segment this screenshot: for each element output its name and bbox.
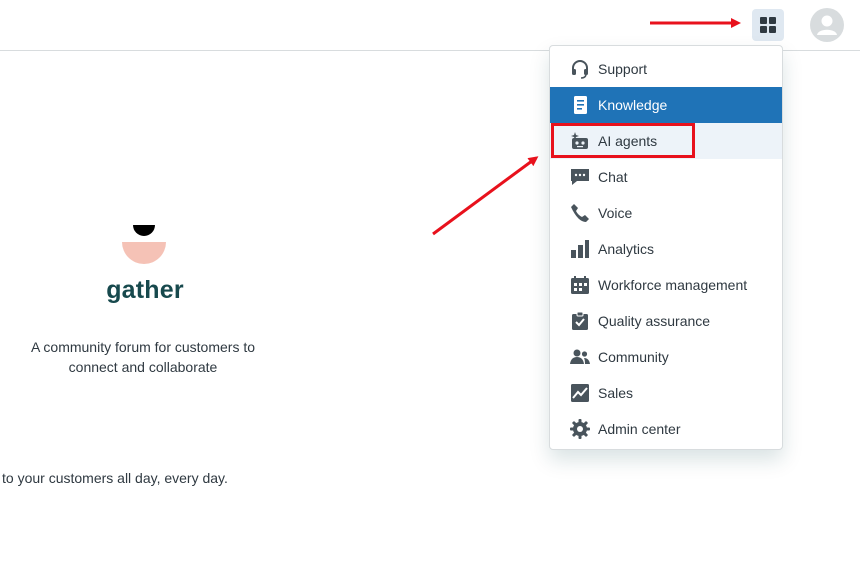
menu-item-label: Workforce management — [598, 277, 748, 293]
menu-item-knowledge[interactable]: Knowledge — [550, 87, 782, 123]
menu-item-workforce-management[interactable]: Workforce management — [550, 267, 782, 303]
menu-item-support[interactable]: Support — [550, 51, 782, 87]
menu-item-label: Voice — [598, 205, 633, 221]
people-icon — [570, 347, 590, 367]
grid-icon — [760, 17, 776, 33]
menu-item-label: Analytics — [598, 241, 655, 257]
book-icon — [570, 95, 590, 115]
calendar-icon — [570, 275, 590, 295]
annotation-arrow-menu — [432, 156, 539, 236]
user-avatar[interactable] — [810, 8, 844, 42]
clipboard-check-icon — [570, 311, 590, 331]
top-bar — [0, 0, 860, 51]
menu-item-voice[interactable]: Voice — [550, 195, 782, 231]
menu-item-label: Chat — [598, 169, 628, 185]
chat-icon — [570, 167, 590, 187]
menu-item-label: Sales — [598, 385, 634, 401]
menu-item-label: Knowledge — [598, 97, 668, 113]
menu-item-label: Admin center — [598, 421, 681, 437]
brand-tagline: A community forum for customers to conne… — [30, 339, 256, 375]
trend-icon — [570, 383, 590, 403]
menu-item-ai-agents[interactable]: AI agents — [550, 123, 782, 159]
menu-item-label: Community — [598, 349, 669, 365]
phone-icon — [570, 203, 590, 223]
product-menu: Support Knowledge AI agents Chat Voice A… — [549, 45, 783, 450]
menu-item-quality-assurance[interactable]: Quality assurance — [550, 303, 782, 339]
gear-icon — [570, 419, 590, 439]
menu-item-label: Quality assurance — [598, 313, 711, 329]
user-icon — [817, 15, 837, 35]
menu-item-analytics[interactable]: Analytics — [550, 231, 782, 267]
menu-item-label: Support — [598, 61, 648, 77]
brand-name: gather — [106, 276, 184, 304]
menu-item-chat[interactable]: Chat — [550, 159, 782, 195]
product-switcher-button[interactable] — [752, 9, 784, 41]
menu-item-admin-center[interactable]: Admin center — [550, 411, 782, 447]
body-text: to your customers all day, every day. — [2, 470, 228, 486]
menu-item-sales[interactable]: Sales — [550, 375, 782, 411]
menu-item-label: AI agents — [598, 133, 658, 149]
headset-icon — [570, 59, 590, 79]
menu-item-community[interactable]: Community — [550, 339, 782, 375]
bar-chart-icon — [570, 239, 590, 259]
gather-logo — [122, 225, 166, 264]
robot-icon — [570, 131, 590, 151]
